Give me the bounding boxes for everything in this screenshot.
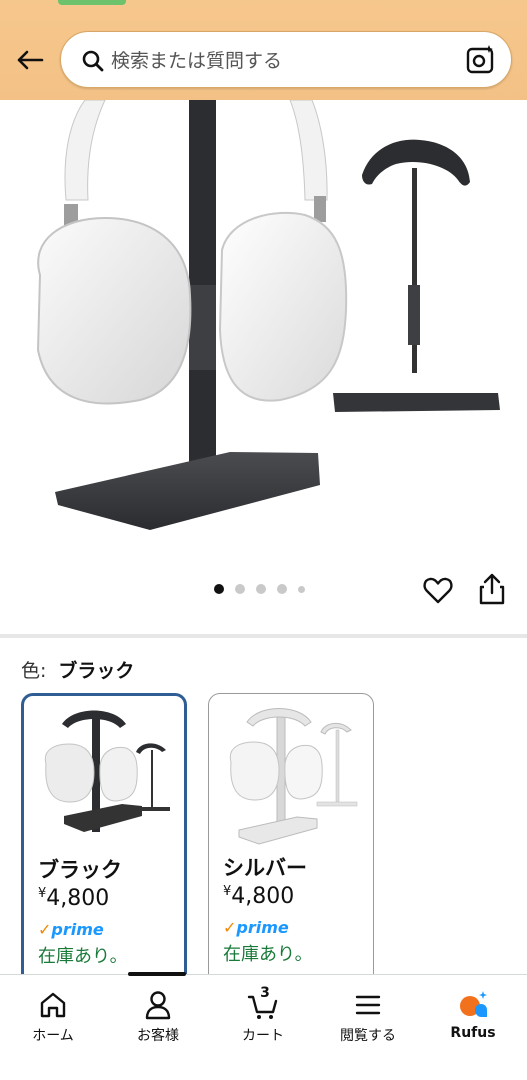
prime-badge: ✓prime <box>223 918 289 937</box>
variant-card-black[interactable]: ブラック ¥4,800 ✓prime 在庫あり。 <box>21 693 187 993</box>
cart-count-badge: 3 <box>260 985 270 1001</box>
pager-dot[interactable] <box>214 584 224 594</box>
search-bar[interactable] <box>60 31 512 89</box>
nav-account[interactable]: お客様 <box>108 975 208 1055</box>
price-value: 4,800 <box>46 886 110 911</box>
top-header <box>0 0 527 100</box>
home-icon <box>40 992 66 1018</box>
variant-name: シルバー <box>223 856 307 880</box>
color-label: 色: <box>21 660 47 682</box>
pager-dot[interactable] <box>277 584 287 594</box>
nav-cart[interactable]: 3 カート <box>213 975 313 1055</box>
back-button[interactable] <box>12 44 48 76</box>
pager-dot[interactable] <box>256 584 266 594</box>
product-image <box>36 100 500 530</box>
nav-account-label: お客様 <box>137 1028 179 1044</box>
nav-home-label: ホーム <box>32 1028 74 1044</box>
nav-cart-label: カート <box>242 1028 284 1044</box>
pager-dot[interactable] <box>298 585 305 593</box>
nav-rufus-label: Rufus <box>450 1025 496 1041</box>
camera-search-icon[interactable] <box>465 44 497 76</box>
search-input[interactable] <box>111 32 451 89</box>
variant-card-silver[interactable]: シルバー ¥4,800 ✓prime 在庫あり。 <box>208 693 374 993</box>
rufus-icon <box>460 991 487 1017</box>
nav-browse[interactable]: 閲覧する <box>318 975 418 1055</box>
search-icon <box>82 50 104 72</box>
status-tab-hint <box>58 0 126 5</box>
variant-name: ブラック <box>38 858 122 882</box>
prime-label: prime <box>236 918 289 937</box>
variant-price: ¥4,800 <box>223 884 294 909</box>
prime-check-icon: ✓ <box>38 920 52 939</box>
selected-color-value: ブラック <box>58 660 135 682</box>
bottom-navigation-bar: ホーム お客様 3 カート 閲覧する Rufus <box>0 972 527 1080</box>
pager-dot[interactable] <box>235 584 245 594</box>
variant-thumbnail-image <box>229 708 358 845</box>
menu-icon <box>355 995 381 1015</box>
arrow-left-icon <box>17 50 44 70</box>
stock-status: 在庫あり。 <box>38 946 128 967</box>
heart-icon[interactable] <box>422 574 454 606</box>
nav-rufus[interactable]: Rufus <box>423 975 523 1055</box>
variant-thumbnail-image <box>44 710 170 832</box>
stock-status: 在庫あり。 <box>223 944 313 965</box>
nav-home[interactable]: ホーム <box>3 975 103 1055</box>
account-icon <box>145 991 171 1020</box>
prime-check-icon: ✓ <box>223 918 237 937</box>
variant-price: ¥4,800 <box>38 886 109 911</box>
share-icon[interactable] <box>476 572 508 606</box>
nav-browse-label: 閲覧する <box>340 1028 396 1044</box>
prime-label: prime <box>51 920 104 939</box>
section-divider <box>0 634 527 638</box>
color-selector-label: 色: ブラック <box>21 656 134 683</box>
image-pager-dots[interactable] <box>214 584 305 594</box>
price-value: 4,800 <box>231 884 295 909</box>
product-image-gallery[interactable] <box>0 100 527 630</box>
prime-badge: ✓prime <box>38 920 104 939</box>
